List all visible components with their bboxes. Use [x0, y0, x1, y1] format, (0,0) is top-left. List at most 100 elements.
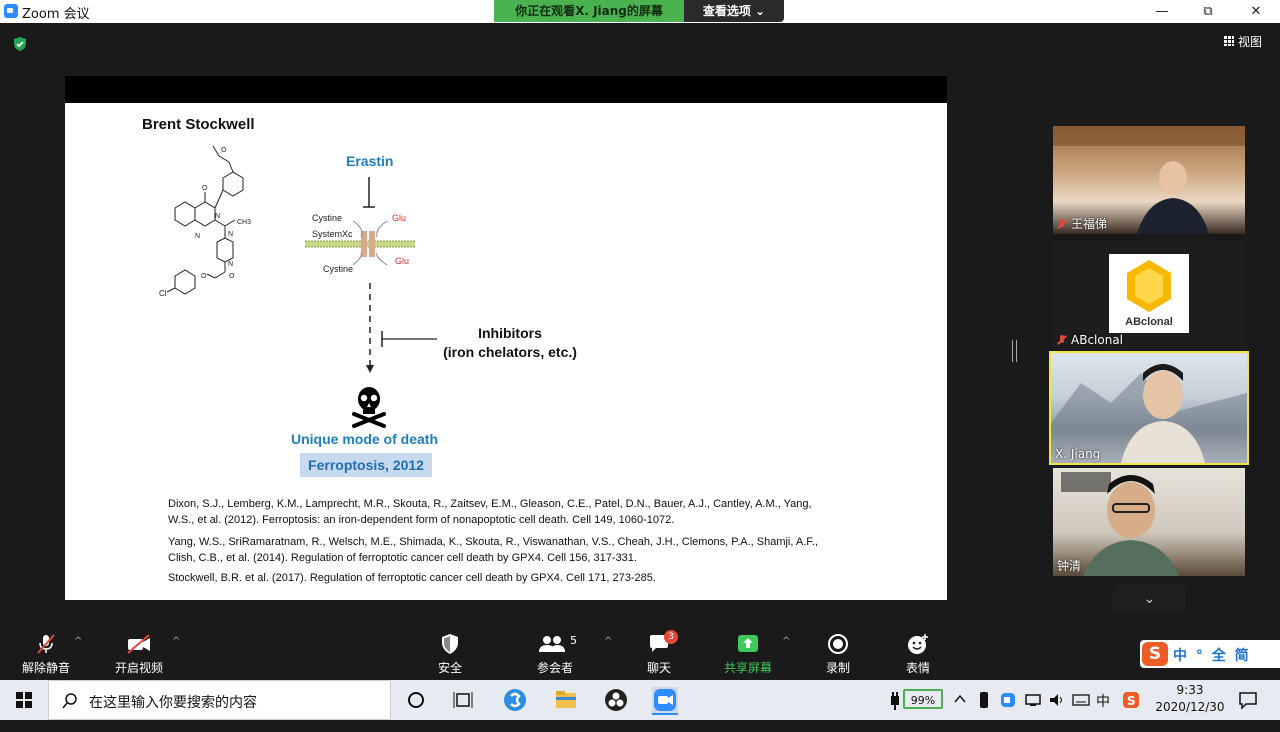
- notifications-icon[interactable]: [1238, 690, 1258, 730]
- erastin-label: Erastin: [346, 153, 394, 169]
- ime-status-text: 中 ° 全 简: [1173, 648, 1251, 664]
- cortana-icon[interactable]: [403, 687, 429, 713]
- smiley-icon: [883, 632, 953, 656]
- close-button[interactable]: ✕: [1234, 1, 1278, 22]
- inhibitors-line2: (iron chelators, etc.): [443, 344, 577, 360]
- participant-tile-active[interactable]: X. Jiang: [1049, 351, 1249, 465]
- zoom-tray-icon[interactable]: [1000, 692, 1016, 732]
- system-xc-label: SystemXc: [312, 229, 353, 239]
- share-screen-icon: [713, 632, 783, 656]
- window-title: Zoom 会议: [22, 7, 90, 22]
- battery-indicator[interactable]: 99%: [903, 689, 943, 709]
- record-button[interactable]: 录制: [803, 632, 873, 676]
- security-button[interactable]: 安全: [415, 632, 485, 676]
- file-explorer-icon[interactable]: [553, 687, 579, 713]
- share-banner: 你正在观看X. Jiang的屏幕: [494, 0, 684, 22]
- clock[interactable]: 9:33 2020/12/30: [1146, 682, 1234, 716]
- sogou-tray-icon[interactable]: S: [1122, 691, 1140, 731]
- reactions-button[interactable]: 表情: [883, 632, 953, 676]
- participants-options-caret-icon[interactable]: ^: [604, 636, 612, 647]
- ch3-label: CH3: [237, 219, 251, 226]
- start-video-label: 开启视频: [114, 661, 163, 675]
- skull-crossbones-icon: [352, 387, 386, 428]
- unmute-button[interactable]: 解除静音: [11, 632, 81, 676]
- keyboard-icon[interactable]: [1072, 692, 1090, 732]
- ferroptosis-label: Ferroptosis, 2012: [300, 453, 432, 477]
- abclonal-logo: ABclonal: [1109, 254, 1189, 333]
- video-options-caret-icon[interactable]: ^: [172, 636, 180, 647]
- video-off-icon: [104, 632, 174, 656]
- obs-icon[interactable]: [603, 687, 629, 713]
- start-button[interactable]: [0, 680, 48, 720]
- windows-taskbar: 在这里输入你要搜索的内容 99% 中 S 9:33 2020/12/30: [0, 680, 1280, 720]
- death-pathway-arrow: [366, 283, 437, 373]
- windows-logo-icon: [16, 692, 32, 708]
- audio-options-caret-icon[interactable]: ^: [74, 636, 82, 647]
- reference-1: Dixon, S.J., Lemberg, K.M., Lamprecht, M…: [168, 498, 812, 526]
- grid-view-icon: [1224, 36, 1234, 46]
- shared-slide: Brent Stockwell O N N N N O O O CH3 Cl E…: [65, 103, 947, 600]
- participant-video: [1061, 472, 1179, 576]
- participant-name: ABclonal: [1057, 333, 1123, 347]
- svg-text:O: O: [221, 147, 227, 154]
- participants-button[interactable]: 5 参会者: [520, 632, 590, 676]
- svg-text:N: N: [195, 233, 200, 240]
- start-video-button[interactable]: 开启视频: [104, 632, 174, 676]
- svg-text:O: O: [202, 185, 208, 192]
- svg-text:N: N: [228, 231, 233, 238]
- encryption-shield-icon[interactable]: [12, 36, 28, 52]
- view-options-button[interactable]: 查看选项 ⌄: [684, 0, 784, 22]
- glu-bottom-label: Glu: [395, 256, 410, 266]
- view-button[interactable]: 视图: [1224, 33, 1262, 50]
- muted-mic-icon: [1057, 335, 1067, 345]
- participant-tile[interactable]: 钟清: [1053, 468, 1245, 576]
- security-shield-icon: [415, 632, 485, 656]
- panel-resize-handle[interactable]: [1012, 340, 1017, 362]
- zoom-logo-icon: [4, 4, 18, 18]
- participants-count: 5: [570, 634, 577, 647]
- power-plug-icon[interactable]: [888, 690, 902, 730]
- share-options-caret-icon[interactable]: ^: [782, 636, 790, 647]
- zoom-taskbar-icon[interactable]: [652, 687, 678, 715]
- abclonal-logo-text: ABclonal: [1125, 316, 1173, 328]
- reference-2: Yang, W.S., SriRamaratnam, R., Welsch, M…: [168, 536, 818, 564]
- svg-text:N: N: [215, 213, 220, 220]
- participant-name: X. Jiang: [1055, 447, 1101, 461]
- participants-icon: 5: [520, 632, 590, 656]
- ime-mode-indicator[interactable]: 中: [1096, 691, 1110, 731]
- record-label: 录制: [825, 661, 850, 675]
- restore-button[interactable]: ⧉: [1186, 1, 1230, 22]
- participant-tile[interactable]: ABclonal ABclonal: [1053, 241, 1245, 349]
- cystine-bottom-label: Cystine: [323, 264, 354, 274]
- svg-text:S: S: [1127, 694, 1136, 708]
- search-icon: [62, 693, 77, 709]
- svg-text:O: O: [201, 273, 207, 280]
- search-placeholder: 在这里输入你要搜索的内容: [89, 695, 257, 711]
- volume-icon[interactable]: [1048, 692, 1066, 732]
- sogou-browser-icon[interactable]: [502, 687, 528, 713]
- gallery-scroll-down-button[interactable]: ⌄: [1113, 585, 1186, 613]
- tray-expand-icon[interactable]: [953, 692, 967, 732]
- clock-date: 2020/12/30: [1155, 700, 1225, 714]
- erastin-structure-diagram: O N N N N O O O CH3 Cl: [159, 145, 251, 298]
- cystine-top-label: Cystine: [312, 213, 343, 223]
- meeting-toolbar: 解除静音 ^ 开启视频 ^ 安全 5 参会者 ^ 3 聊天 共享屏幕 ^ 录制 …: [0, 628, 1280, 680]
- task-view-icon[interactable]: [450, 687, 476, 713]
- record-icon: [803, 632, 873, 656]
- reactions-label: 表情: [905, 661, 930, 675]
- phone-icon[interactable]: [978, 691, 990, 731]
- participants-label: 参会者: [536, 661, 573, 675]
- muted-microphone-icon: [11, 632, 81, 656]
- chat-button[interactable]: 3 聊天: [624, 630, 694, 676]
- taskbar-search-box[interactable]: 在这里输入你要搜索的内容: [48, 680, 391, 720]
- inhibitors-label: Inhibitors (iron chelators, etc.): [435, 324, 585, 362]
- chat-bubble-icon: 3: [624, 630, 694, 656]
- chat-label: 聊天: [646, 661, 671, 675]
- share-screen-button[interactable]: 共享屏幕: [713, 632, 783, 676]
- participant-tile[interactable]: 王福俤: [1053, 126, 1245, 234]
- svg-text:N: N: [228, 261, 233, 268]
- network-icon[interactable]: [1024, 692, 1042, 732]
- muted-mic-icon: [1057, 219, 1067, 229]
- minimize-button[interactable]: —: [1140, 1, 1184, 22]
- ime-toolbar[interactable]: S 中 ° 全 简: [1140, 640, 1280, 668]
